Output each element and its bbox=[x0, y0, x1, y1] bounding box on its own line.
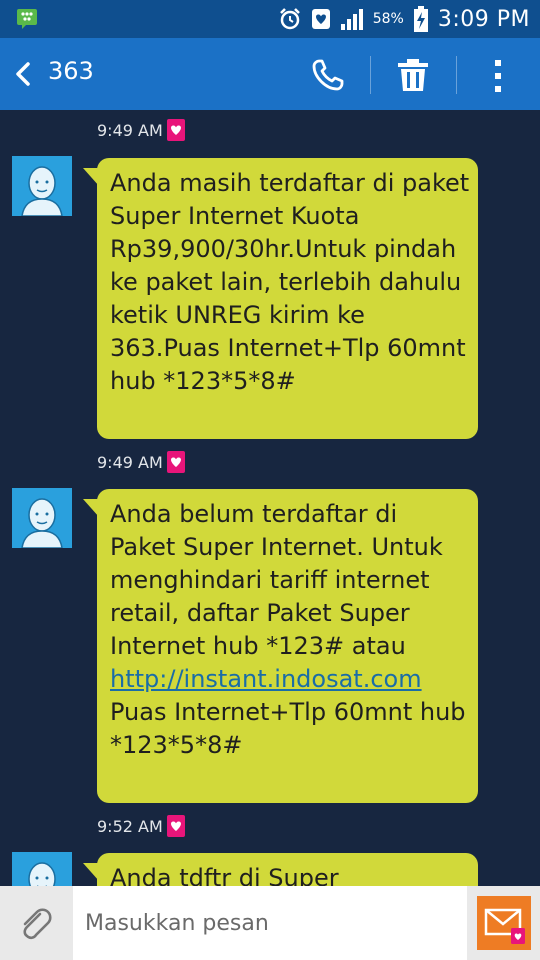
avatar[interactable] bbox=[12, 488, 72, 548]
message-bubble[interactable]: Anda masih terdaftar di paket Super Inte… bbox=[83, 158, 478, 439]
heart-icon bbox=[166, 451, 185, 473]
overflow-menu-icon[interactable] bbox=[488, 58, 508, 94]
action-divider bbox=[456, 56, 457, 94]
send-mms-icon bbox=[484, 908, 525, 944]
back-icon[interactable] bbox=[12, 58, 34, 90]
call-icon[interactable] bbox=[311, 58, 345, 92]
avatar[interactable] bbox=[12, 156, 72, 216]
status-time: 3:09 PM bbox=[437, 6, 530, 32]
message-timestamp: 9:49 AM bbox=[97, 118, 185, 142]
message-link[interactable]: http://instant.indosat.com bbox=[110, 665, 422, 693]
delete-icon[interactable] bbox=[396, 58, 430, 92]
action-divider bbox=[370, 56, 371, 94]
conversation-title[interactable]: 363 bbox=[48, 57, 94, 85]
message-bubble[interactable]: Anda belum terdaftar di Paket Super Inte… bbox=[83, 489, 478, 803]
battery-percent: 58% bbox=[372, 11, 404, 27]
battery-charging-icon bbox=[413, 6, 428, 32]
send-button[interactable] bbox=[477, 896, 531, 950]
message-text: Anda belum terdaftar di Paket Super Inte… bbox=[110, 500, 451, 660]
alarm-icon bbox=[279, 8, 300, 30]
heart-icon bbox=[166, 119, 185, 141]
contact-avatar-icon bbox=[21, 166, 63, 216]
composer-bar bbox=[0, 886, 540, 960]
message-timestamp: 9:52 AM bbox=[97, 814, 185, 838]
message-timestamp: 9:49 AM bbox=[97, 450, 185, 474]
bbm-notification-icon bbox=[17, 9, 37, 29]
attach-icon[interactable] bbox=[18, 906, 52, 942]
message-text: Anda masih terdaftar di paket Super Inte… bbox=[110, 169, 477, 395]
signal-icon bbox=[340, 9, 363, 30]
message-input[interactable] bbox=[73, 886, 467, 960]
status-bar: 58% 3:09 PM bbox=[0, 0, 540, 38]
contact-avatar-icon bbox=[21, 498, 63, 548]
heart-notification-icon bbox=[311, 9, 330, 29]
heart-icon bbox=[166, 815, 185, 837]
action-bar: 363 bbox=[0, 38, 540, 110]
